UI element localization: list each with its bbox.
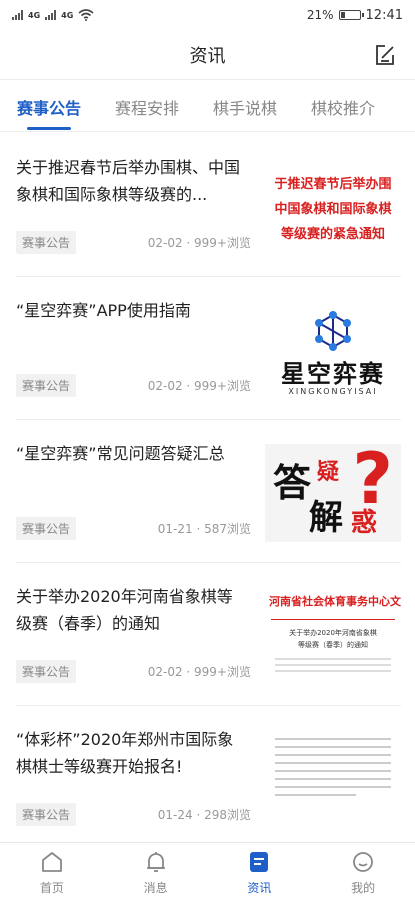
item-title: 关于推迟春节后举办围棋、中国象棋和国际象棋等级赛的... — [16, 158, 241, 204]
active-tab-indicator — [27, 127, 71, 130]
status-left: 4G 4G — [12, 9, 94, 21]
nav-home[interactable]: 首页 — [0, 843, 104, 900]
thumbnail-faq: 答 疑 解 惑 ? — [265, 444, 401, 542]
status-bar: 4G 4G 21% 12:41 — [0, 0, 415, 30]
item-meta: 02-02 · 999+浏览 — [147, 379, 251, 393]
tab-announcements[interactable]: 赛事公告 — [0, 82, 98, 131]
item-meta: 02-02 · 999+浏览 — [147, 236, 251, 250]
page-title: 资讯 — [189, 45, 226, 67]
category-badge: 赛事公告 — [16, 517, 77, 540]
news-list: 关于推迟春节后举办围棋、中国象棋和国际象棋等级赛的... 赛事公告 02-02 … — [0, 134, 415, 849]
nav-profile[interactable]: 我的 — [311, 843, 415, 900]
bottom-navigation: 首页 消息 资讯 我的 — [0, 842, 415, 900]
list-item[interactable]: “星空弈赛”常见问题答疑汇总 赛事公告 01-21 · 587浏览 答 疑 解 … — [16, 420, 401, 563]
nav-label: 我的 — [351, 881, 376, 895]
thumb-char: 解 — [309, 498, 343, 538]
signal-icon — [12, 10, 23, 20]
doc-text-placeholder — [275, 670, 391, 672]
news-icon — [250, 852, 269, 872]
tab-label: 赛事公告 — [16, 98, 81, 118]
status-right: 21% 12:41 — [307, 8, 403, 23]
network-label-1: 4G — [28, 10, 41, 20]
thumb-char: 答 — [273, 461, 312, 505]
nav-label: 消息 — [143, 881, 168, 895]
thumbnail-document: 河南省社会体育事务中心文件 关于举办2020年河南省象棋 等级赛（春季）的通知 — [265, 587, 401, 685]
nav-label: 资讯 — [247, 881, 272, 895]
doc-text-placeholder — [275, 770, 391, 772]
doc-text-placeholder — [275, 664, 391, 666]
nav-news[interactable]: 资讯 — [208, 843, 312, 900]
doc-text-placeholder — [275, 762, 391, 764]
xingkong-logo-icon — [306, 309, 359, 358]
doc-text-placeholder — [275, 746, 391, 748]
doc-text-placeholder — [275, 786, 391, 788]
logo-brand-en: XINGKONGYISAI — [288, 387, 378, 396]
question-mark-icon: ? — [352, 444, 393, 520]
list-item[interactable]: “体彩杯”2020年郑州市国际象棋棋士等级赛开始报名! 赛事公告 01-24 ·… — [16, 706, 401, 849]
list-item[interactable]: “星空弈赛”APP使用指南 赛事公告 02-02 · 999+浏览 星空弈赛 X… — [16, 277, 401, 420]
tab-label: 棋校推介 — [310, 98, 375, 118]
bell-icon — [146, 852, 165, 872]
logo-brand-text: 星空弈赛 — [281, 360, 385, 388]
nav-messages[interactable]: 消息 — [104, 843, 208, 900]
profile-icon — [353, 852, 374, 872]
item-title: “体彩杯”2020年郑州市国际象棋棋士等级赛开始报名! — [16, 730, 234, 776]
doc-divider — [271, 619, 395, 620]
thumb-text-line: 中国象棋和国际象棋 — [274, 201, 392, 217]
tab-label: 赛程安排 — [114, 98, 179, 118]
battery-percent: 21% — [306, 8, 334, 22]
item-title: 关于举办2020年河南省象棋等级赛（春季）的通知 — [16, 587, 233, 633]
doc-text-placeholder — [275, 778, 391, 780]
thumb-text-line: 等级赛的紧急通知 — [280, 226, 385, 242]
nav-label: 首页 — [39, 881, 64, 895]
thumbnail-notice: 于推迟春节后举办围 中国象棋和国际象棋 等级赛的紧急通知 — [265, 158, 401, 256]
item-meta: 01-21 · 587浏览 — [157, 522, 251, 536]
edit-icon[interactable] — [373, 43, 397, 67]
doc-title-line: 等级赛（春季）的通知 — [298, 641, 368, 649]
tab-player-talk[interactable]: 棋手说棋 — [196, 82, 294, 131]
thumb-char: 疑 — [317, 460, 340, 485]
item-title: “星空弈赛”常见问题答疑汇总 — [16, 444, 225, 463]
app-header: 资讯 — [0, 30, 415, 80]
battery-icon — [338, 10, 364, 20]
doc-title-line: 关于举办2020年河南省象棋 — [289, 629, 377, 637]
doc-text-placeholder — [275, 794, 357, 796]
network-label-2: 4G — [61, 10, 74, 20]
thumbnail-logo: 星空弈赛 XINGKONGYISAI — [265, 301, 401, 399]
category-tabs: 赛事公告 赛程安排 棋手说棋 棋校推介 — [0, 82, 415, 132]
item-meta: 01-24 · 298浏览 — [157, 808, 251, 822]
doc-text-placeholder — [275, 754, 391, 756]
wifi-icon — [78, 9, 94, 21]
doc-text-placeholder — [275, 658, 391, 660]
doc-header: 河南省社会体育事务中心文件 — [269, 596, 401, 608]
home-icon — [41, 852, 62, 872]
doc-text-placeholder — [275, 738, 391, 740]
thumb-text-line: 于推迟春节后举办围 — [274, 176, 392, 192]
list-item[interactable]: 关于推迟春节后举办围棋、中国象棋和国际象棋等级赛的... 赛事公告 02-02 … — [16, 134, 401, 277]
thumbnail-text-document — [265, 730, 401, 828]
item-meta: 02-02 · 999+浏览 — [147, 665, 251, 679]
item-title: “星空弈赛”APP使用指南 — [16, 301, 191, 320]
list-item[interactable]: 关于举办2020年河南省象棋等级赛（春季）的通知 赛事公告 02-02 · 99… — [16, 563, 401, 706]
tab-schedule[interactable]: 赛程安排 — [98, 82, 196, 131]
tab-label: 棋手说棋 — [212, 98, 277, 118]
category-badge: 赛事公告 — [16, 660, 77, 683]
clock: 12:41 — [365, 7, 403, 23]
tab-school-recommend[interactable]: 棋校推介 — [294, 82, 392, 131]
category-badge: 赛事公告 — [16, 231, 77, 254]
category-badge: 赛事公告 — [16, 374, 77, 397]
category-badge: 赛事公告 — [16, 803, 77, 826]
signal-icon-2 — [45, 10, 57, 20]
battery-level — [340, 12, 345, 18]
